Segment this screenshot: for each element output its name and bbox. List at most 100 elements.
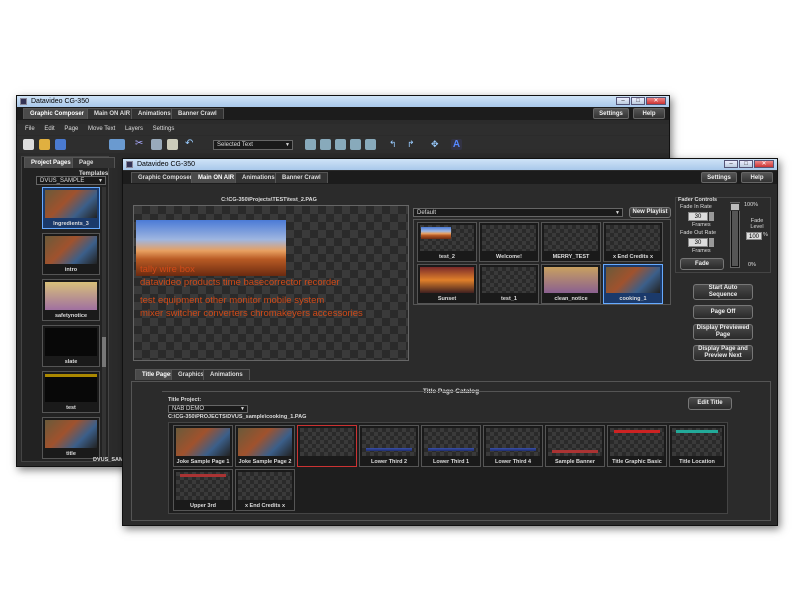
fade-in-stepper[interactable] — [709, 212, 714, 221]
align-top-icon[interactable] — [365, 139, 376, 150]
app-icon — [20, 98, 27, 105]
playlist-item-end-credits[interactable]: x End Credits x — [603, 222, 663, 262]
fade-button[interactable]: Fade — [680, 258, 724, 270]
cut-icon[interactable]: ✂ — [135, 139, 146, 150]
tab-banner-crawl[interactable]: Banner Crawl — [275, 172, 328, 183]
catalog-item-sample-banner[interactable]: Sample Banner — [545, 425, 605, 467]
chevron-down-icon: ▼ — [285, 142, 290, 148]
title-project-value: NAB DEMO — [172, 406, 205, 412]
menu-move-text[interactable]: Move Text — [88, 126, 115, 132]
playlist-thumb — [420, 267, 474, 293]
page-thumb-ingredients[interactable]: Ingredients_3 — [42, 187, 100, 229]
align-center-icon[interactable] — [320, 139, 331, 150]
page-thumb-title[interactable]: title — [42, 417, 100, 459]
minimize-button[interactable]: – — [724, 160, 738, 168]
fade-out-stepper[interactable] — [709, 238, 714, 247]
tab-page-templates[interactable]: Page Templates — [72, 157, 116, 177]
edit-title-button[interactable]: Edit Title — [688, 397, 732, 410]
help-button[interactable]: Help — [741, 172, 773, 183]
page-off-button[interactable]: Page Off — [693, 305, 753, 319]
catalog-item-joke-1[interactable]: Joke Sample Page 1 — [173, 425, 233, 467]
catalog-item-title-location[interactable]: Title Location — [669, 425, 725, 467]
playlist-item-clean-notice[interactable]: clean_notice — [541, 264, 601, 304]
fade-level-slider[interactable] — [730, 202, 740, 268]
catalog-item-end-credits[interactable]: x End Credits x — [235, 469, 295, 511]
title-project-label: Title Project: — [168, 397, 202, 403]
back-window-title: Datavideo CG-350 — [31, 98, 89, 105]
menu-layers[interactable]: Layers — [125, 126, 143, 132]
playlist-item-merry-test[interactable]: MERRY_TEST — [541, 222, 601, 262]
maximize-button[interactable]: □ — [739, 160, 753, 168]
close-button[interactable]: ✕ — [646, 97, 666, 105]
fade-level-max: 100% — [744, 202, 759, 208]
fade-level-input[interactable]: 100 — [746, 232, 762, 240]
catalog-item-lower-third-1[interactable]: Lower Third 1 — [421, 425, 481, 467]
text-a-icon[interactable]: A — [451, 139, 462, 150]
resize-icon[interactable]: ✥ — [431, 139, 442, 150]
upper-third-bar — [180, 474, 226, 477]
tab-graphic-composer[interactable]: Graphic Composer — [23, 108, 92, 119]
page-thumb-intro[interactable]: intro — [42, 233, 100, 275]
catalog-item-joke-2[interactable]: Joke Sample Page 2 — [235, 425, 295, 467]
tab-graphic-composer[interactable]: Graphic Composer — [131, 172, 200, 183]
settings-button[interactable]: Settings — [593, 108, 629, 119]
project-select[interactable]: DVUS_SAMPLE ▼ — [36, 176, 106, 185]
playlist-item-test2[interactable]: test_2 — [417, 222, 477, 262]
rotate-right-icon[interactable]: ↱ — [407, 139, 418, 150]
align-justify-icon[interactable] — [350, 139, 361, 150]
undo-icon[interactable]: ↶ — [185, 139, 196, 150]
catalog-item-lower-third-4[interactable]: Lower Third 4 — [483, 425, 543, 467]
fade-out-rate-input[interactable]: 30 — [688, 238, 708, 247]
minimize-button[interactable]: – — [616, 97, 630, 105]
new-playlist-button[interactable]: New Playlist — [629, 207, 671, 218]
align-left-icon[interactable] — [305, 139, 316, 150]
tab-main-on-air[interactable]: Main ON AIR — [191, 172, 242, 183]
catalog-item-label: Lower Third 4 — [494, 459, 532, 465]
align-right-icon[interactable] — [335, 139, 346, 150]
new-file-icon[interactable] — [23, 139, 34, 150]
menu-edit[interactable]: Edit — [44, 126, 54, 132]
open-folder-icon[interactable] — [39, 139, 50, 150]
playlist-item-sunset[interactable]: Sunset — [417, 264, 477, 304]
sidebar-scroll-thumb[interactable] — [102, 337, 106, 367]
tab-animations-bottom[interactable]: Animations — [203, 369, 250, 380]
sidebar-scrollbar[interactable] — [102, 187, 106, 457]
playlist-item-test1[interactable]: test_1 — [479, 264, 539, 304]
catalog-item-lower-third-2[interactable]: Lower Third 2 — [359, 425, 419, 467]
fade-in-rate-input[interactable]: 30 — [688, 212, 708, 221]
catalog-item-selected[interactable] — [297, 425, 357, 467]
save-icon[interactable] — [55, 139, 66, 150]
display-page-preview-next-button[interactable]: Display Page and Preview Next — [693, 345, 753, 361]
help-button[interactable]: Help — [633, 108, 665, 119]
title-project-select[interactable]: NAB DEMO ▼ — [168, 405, 248, 413]
menu-file[interactable]: File — [25, 126, 35, 132]
playlist-item-cooking1[interactable]: cooking_1 — [603, 264, 663, 304]
tab-main-on-air[interactable]: Main ON AIR — [87, 108, 138, 119]
page-thumb-safetynotice[interactable]: safetynotice — [42, 279, 100, 321]
display-previewed-page-button[interactable]: Display Previewed Page — [693, 324, 753, 340]
chevron-down-icon: ▼ — [615, 210, 620, 216]
playlist-select[interactable]: Default ▼ — [413, 208, 623, 217]
text-select[interactable]: Selected Text ▼ — [213, 140, 293, 150]
copy-icon[interactable] — [151, 139, 162, 150]
catalog-item-title-graphic-basic[interactable]: Title Graphic Basic — [607, 425, 667, 467]
app-icon — [126, 161, 133, 168]
catalog-thumb — [610, 428, 664, 456]
paste-icon[interactable] — [167, 139, 178, 150]
settings-button[interactable]: Settings — [701, 172, 737, 183]
maximize-button[interactable]: □ — [631, 97, 645, 105]
catalog-item-upper-3rd[interactable]: Upper 3rd — [173, 469, 233, 511]
playlist-thumb-image — [421, 227, 451, 239]
image-icon[interactable] — [109, 139, 125, 150]
tab-banner-crawl[interactable]: Banner Crawl — [171, 108, 224, 119]
tab-project-pages[interactable]: Project Pages — [24, 157, 78, 168]
menu-settings[interactable]: Settings — [153, 126, 175, 132]
fade-level-thumb[interactable] — [730, 203, 740, 211]
playlist-item-welcome[interactable]: Welcome! — [479, 222, 539, 262]
start-auto-sequence-button[interactable]: Start Auto Sequence — [693, 284, 753, 300]
page-thumb-test[interactable]: test — [42, 371, 100, 413]
menu-page[interactable]: Page — [64, 126, 78, 132]
page-thumb-slate[interactable]: slate — [42, 325, 100, 367]
close-button[interactable]: ✕ — [754, 160, 774, 168]
rotate-left-icon[interactable]: ↰ — [389, 139, 400, 150]
